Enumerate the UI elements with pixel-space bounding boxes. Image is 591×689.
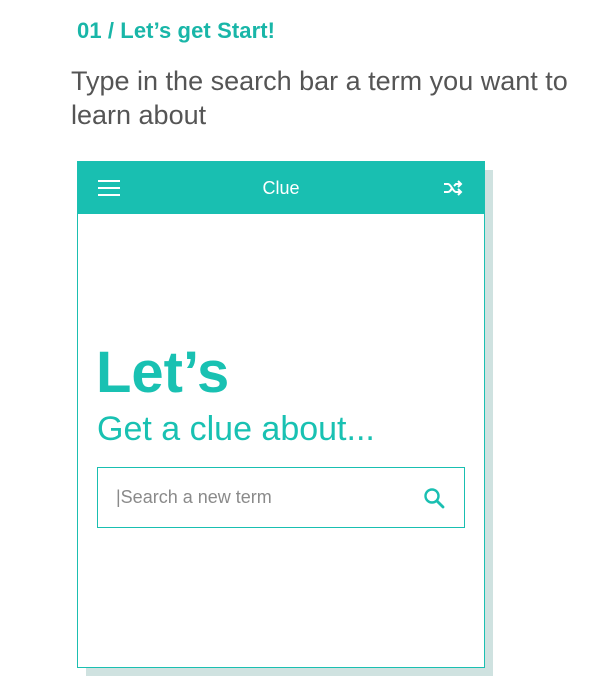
tutorial-page: 01 / Let’s get Start! Type in the search… — [0, 0, 591, 689]
instruction-text: Type in the search bar a term you want t… — [71, 66, 568, 130]
app-title: Clue — [262, 178, 300, 198]
shuffle-icon-graphic — [444, 180, 463, 196]
phone-mockup: Clue Let’s Get a clue about... — [77, 161, 485, 668]
search-icon-graphic — [424, 488, 445, 509]
shuffle-icon[interactable] — [442, 178, 464, 198]
search-icon[interactable] — [422, 486, 446, 510]
hero-subtitle: Get a clue about... — [97, 410, 375, 448]
search-input[interactable] — [116, 468, 406, 526]
hero-title: Let’s — [96, 340, 230, 405]
search-bar[interactable] — [97, 467, 465, 528]
step-title: 01 / Let’s get Start! — [77, 18, 276, 43]
app-bar: Clue — [78, 162, 484, 214]
